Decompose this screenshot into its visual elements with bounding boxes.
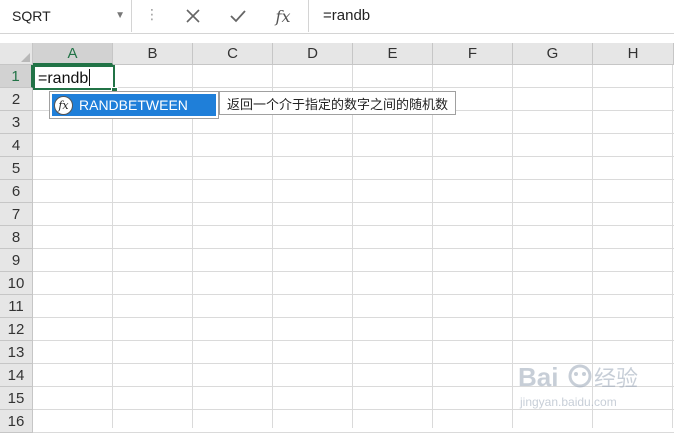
row-header-16[interactable]: 16 [0,410,33,433]
row-header-9[interactable]: 9 [0,249,33,272]
row-header-12[interactable]: 12 [0,318,33,341]
formula-text: =randb [323,7,371,24]
grid-row-line [33,133,674,134]
column-header-c[interactable]: C [193,43,273,65]
formula-input[interactable]: =randb [308,0,674,32]
grid-row-line [33,87,674,88]
cancel-button[interactable] [179,4,207,28]
formula-bar-area: SQRT ▼ ⋮ fx =randb [0,0,674,34]
text-cursor [89,69,91,86]
grid-row-line [33,225,674,226]
column-header-h[interactable]: H [593,43,674,65]
watermark-logo: Bai 经验 jingyan.baidu.com [518,362,638,409]
row-header-6[interactable]: 6 [0,180,33,203]
row-header-15[interactable]: 15 [0,387,33,410]
row-header-10[interactable]: 10 [0,272,33,295]
fx-icon: fx [275,6,291,26]
enter-button[interactable] [224,4,252,28]
grid-row-line [33,202,674,203]
row-header-3[interactable]: 3 [0,111,33,134]
insert-function-button[interactable]: fx [269,4,297,28]
grid-column-line [432,65,433,428]
row-header-4[interactable]: 4 [0,134,33,157]
cell-editor-text: =randb [38,69,91,88]
grid-row-line [33,271,674,272]
column-header-e[interactable]: E [353,43,433,65]
grid-column-line [672,65,673,428]
grid-row-line [33,294,674,295]
function-tooltip: 返回一个介于指定的数字之间的随机数 [219,91,457,115]
row-header-13[interactable]: 13 [0,341,33,364]
column-header-f[interactable]: F [433,43,513,65]
column-header-a[interactable]: A [33,43,113,65]
select-all-icon [21,53,30,62]
row-header-5[interactable]: 5 [0,157,33,180]
grid-column-line [352,65,353,428]
row-header-8[interactable]: 8 [0,226,33,249]
grid-column-line [112,65,113,428]
row-header-2[interactable]: 2 [0,88,33,111]
function-icon: fx [54,95,73,115]
autocomplete-item-randbetween[interactable]: fx RANDBETWEEN [52,94,216,116]
column-header-d[interactable]: D [273,43,353,65]
grid-row-line [33,248,674,249]
row-header-7[interactable]: 7 [0,203,33,226]
autocomplete-list: fx RANDBETWEEN [49,91,219,119]
autocomplete-item-label: RANDBETWEEN [79,97,188,113]
column-header-g[interactable]: G [513,43,593,65]
grid-column-line [272,65,273,428]
name-box-value: SQRT [12,8,51,24]
grid-row-line [33,340,674,341]
svg-text:Bai: Bai [518,362,558,392]
chevron-down-icon[interactable]: ▼ [115,10,125,21]
cell-text: =randb [38,70,89,87]
drag-handle-icon[interactable]: ⋮ [145,6,159,23]
grid-column-line [192,65,193,428]
grid-row-line [33,317,674,318]
row-header-11[interactable]: 11 [0,295,33,318]
svg-text:jingyan.baidu.com: jingyan.baidu.com [519,395,617,409]
grid-row-line [33,156,674,157]
row-header-14[interactable]: 14 [0,364,33,387]
column-header-b[interactable]: B [113,43,193,65]
close-icon [186,9,200,23]
svg-text:经验: 经验 [594,367,638,392]
check-icon [230,10,246,23]
grid-column-line [512,65,513,428]
name-box[interactable]: SQRT ▼ [0,0,132,32]
row-header-1[interactable]: 1 [0,65,33,88]
active-cell-a1[interactable]: =randb [33,65,115,90]
grid-row-line [33,179,674,180]
select-all-button[interactable] [0,43,33,65]
